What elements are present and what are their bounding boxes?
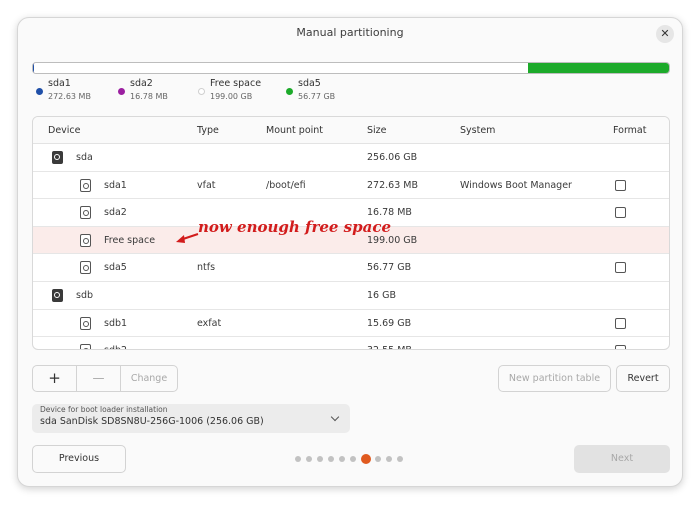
type-cell: ntfs	[197, 262, 216, 274]
new-partition-table-button[interactable]: New partition table	[498, 365, 611, 392]
disk-drive-icon	[52, 151, 63, 164]
usage-segment-3	[527, 63, 669, 73]
boot-loader-label: Device for boot loader installation	[40, 405, 168, 414]
boot-loader-value: sda SanDisk SD8SN8U-256G-1006 (256.06 GB…	[40, 416, 264, 427]
table-header: Device Type Mount point Size System Form…	[33, 117, 669, 144]
disk-usage-bar	[32, 62, 670, 74]
size-cell: 15.69 GB	[367, 317, 412, 329]
size-cell: 16 GB	[367, 290, 396, 301]
legend-dot	[286, 88, 293, 95]
type-cell: vfat	[197, 179, 216, 191]
format-checkbox[interactable]	[615, 207, 626, 219]
remove-partition-button[interactable]: —	[77, 366, 121, 391]
legend-size: 199.00 GB	[210, 92, 253, 101]
legend-name: sda5	[298, 78, 321, 89]
system-cell: Windows Boot Manager	[460, 179, 572, 191]
partition-icon	[80, 316, 91, 330]
usage-segment-2	[33, 63, 528, 73]
legend-dot	[36, 88, 43, 95]
legend-name: sda1	[48, 78, 71, 89]
table-row[interactable]: sdb 16 GB	[33, 282, 669, 310]
legend-name: sda2	[130, 78, 153, 89]
annotation-text: now enough free space	[198, 218, 392, 236]
table-row[interactable]: sda1 vfat/boot/efi 272.63 MB Windows Boot M…	[33, 172, 669, 200]
boot-loader-device-select[interactable]: Device for boot loader installation sda …	[32, 404, 350, 433]
device-cell: sda5	[104, 262, 127, 274]
legend-name: Free space	[210, 78, 262, 89]
table-row[interactable]: sda5 ntfs 56.77 GB	[33, 254, 669, 282]
device-cell: sdb2	[104, 337, 127, 349]
device-cell: sda	[76, 152, 93, 163]
partition-icon	[80, 344, 91, 349]
device-cell: sdb	[76, 290, 94, 301]
page-dot	[339, 456, 345, 462]
partition-legend: sda1 272.63 MB sda2 16.78 MB Free space 199.0…	[32, 78, 672, 108]
legend-dot	[198, 88, 205, 95]
close-button[interactable]: ✕	[656, 25, 674, 43]
legend-size: 56.77 GB	[298, 92, 336, 101]
format-checkbox[interactable]	[615, 262, 626, 274]
window-title: Manual partitioning	[296, 26, 404, 39]
size-cell: 56.77 GB	[367, 262, 412, 274]
table-row[interactable]: sdb2 32.55 MB	[33, 337, 669, 349]
disk-drive-icon	[52, 289, 63, 302]
header-mount-point: Mount point	[266, 125, 324, 136]
header-size: Size	[367, 125, 387, 136]
header-device: Device	[48, 125, 81, 136]
next-button[interactable]: Next	[574, 445, 670, 473]
size-cell: 272.63 MB	[367, 179, 418, 191]
page-dot	[397, 456, 403, 462]
page-dot	[306, 456, 312, 462]
device-cell: sda2	[104, 207, 127, 219]
manual-partitioning-window: Manual partitioning ✕ sda1 272.63 MB sda2 1…	[17, 17, 683, 487]
header-system: System	[460, 125, 496, 136]
add-partition-button[interactable]: +	[33, 366, 77, 391]
size-cell: 256.06 GB	[367, 152, 418, 163]
page-dot	[386, 456, 392, 462]
format-checkbox[interactable]	[615, 317, 626, 329]
header-type: Type	[197, 125, 219, 136]
legend-dot	[118, 88, 125, 95]
partition-icon	[80, 233, 91, 247]
page-dot	[328, 456, 334, 462]
legend-size: 16.78 MB	[130, 92, 168, 101]
partition-icon	[80, 261, 91, 275]
mount-point-cell: /boot/efi	[266, 179, 306, 191]
page-dot	[350, 456, 356, 462]
chevron-down-icon	[330, 412, 340, 422]
page-dot	[295, 456, 301, 462]
close-icon: ✕	[660, 27, 670, 40]
page-dot	[317, 456, 323, 462]
partition-edit-group: + — Change	[32, 365, 178, 392]
page-dot	[375, 456, 381, 462]
partition-icon	[80, 178, 91, 192]
table-row[interactable]: sdb1 exfat 15.69 GB	[33, 310, 669, 338]
format-checkbox[interactable]	[615, 345, 626, 349]
page-dot-active	[361, 454, 371, 464]
size-cell: 32.55 MB	[367, 337, 412, 349]
change-partition-button[interactable]: Change	[121, 366, 177, 391]
revert-button[interactable]: Revert	[616, 365, 670, 392]
device-cell: sdb1	[104, 317, 128, 329]
type-cell: exfat	[197, 317, 222, 329]
partition-icon	[80, 206, 91, 220]
previous-button[interactable]: Previous	[32, 445, 126, 473]
format-checkbox[interactable]	[615, 179, 626, 191]
table-row[interactable]: sda 256.06 GB	[33, 144, 669, 172]
legend-size: 272.63 MB	[48, 92, 91, 101]
header-format: Format	[613, 125, 647, 136]
device-cell: Free space	[104, 234, 156, 246]
device-cell: sda1	[104, 179, 127, 191]
